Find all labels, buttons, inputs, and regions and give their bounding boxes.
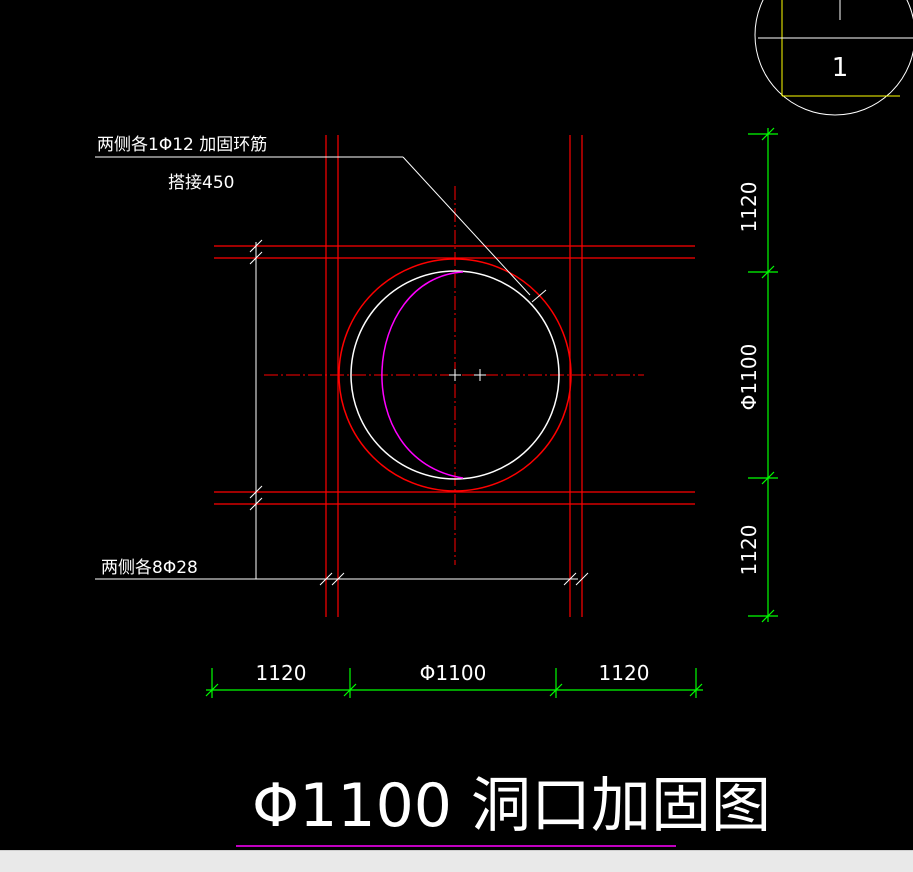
side-bar-leader bbox=[95, 239, 589, 586]
drawing-title: Φ1100 洞口加固图 bbox=[252, 771, 771, 841]
dim-bottom-right: 1120 bbox=[599, 661, 650, 685]
ring-bar-leader bbox=[95, 156, 547, 303]
ring-bar-label-line1: 两侧各1Φ12 加固环筋 bbox=[97, 135, 267, 155]
section-viewport[interactable]: 1 bbox=[754, 0, 913, 116]
dim-bottom-center: Φ1100 bbox=[420, 661, 487, 685]
drawing-svg: 1 两侧各1Φ12 加固环筋 搭接450 两侧各8Φ28 1120 Φ1100 … bbox=[95, 0, 913, 847]
side-bars-label: 两侧各8Φ28 bbox=[101, 558, 198, 578]
section-mark-text: 1 bbox=[832, 53, 849, 83]
dim-right-top: 1120 bbox=[737, 182, 761, 233]
dim-right-center: Φ1100 bbox=[737, 344, 761, 411]
dim-right-bottom: 1120 bbox=[737, 525, 761, 576]
cad-drawing-canvas[interactable]: 1 两侧各1Φ12 加固环筋 搭接450 两侧各8Φ28 1120 Φ1100 … bbox=[0, 0, 913, 850]
ring-bar-label-line2: 搭接450 bbox=[168, 173, 234, 193]
vertical-rebars bbox=[325, 135, 583, 617]
dim-bottom-left: 1120 bbox=[256, 661, 307, 685]
status-bar bbox=[0, 850, 913, 872]
